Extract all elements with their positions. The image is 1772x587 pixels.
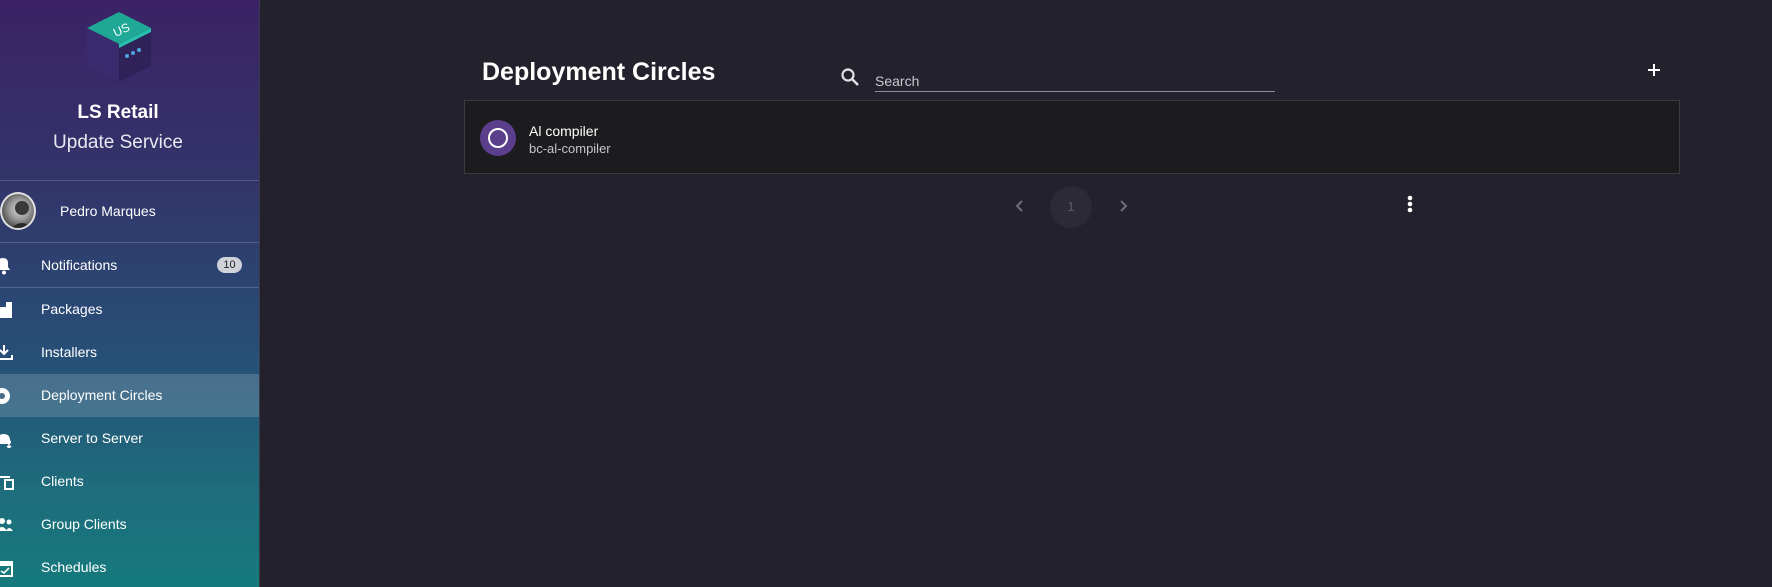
sidebar-item-clients[interactable]: Clients	[0, 460, 259, 503]
sidebar-item-installers[interactable]: Installers	[0, 331, 259, 374]
add-button[interactable]	[1640, 56, 1668, 84]
people-icon	[0, 518, 13, 531]
list-item[interactable]: Al compiler bc-al-compiler	[465, 101, 1679, 173]
pagination-page-button[interactable]: 1	[1050, 186, 1092, 228]
download-icon	[0, 345, 13, 360]
list-item-title: Al compiler	[529, 123, 599, 139]
chevron-left-icon[interactable]	[1012, 196, 1028, 216]
page-title: Deployment Circles	[482, 58, 716, 86]
circle-icon	[0, 388, 10, 404]
sidebar-item-label: Notifications	[41, 257, 118, 273]
sidebar-item-packages[interactable]: Packages	[0, 288, 259, 331]
chevron-right-icon[interactable]	[1115, 196, 1131, 216]
sidebar: US LS Retail Update Service Pedro Marque…	[0, 0, 260, 587]
search-input[interactable]	[875, 66, 1275, 92]
divider	[0, 180, 259, 181]
sidebar-item-label: Group Clients	[41, 516, 127, 532]
brand-subtitle: Update Service	[53, 132, 183, 153]
ls-retail-logo: US	[87, 12, 151, 82]
sidebar-item-label: Deployment Circles	[41, 387, 163, 403]
user-profile[interactable]: Pedro Marques	[0, 192, 259, 232]
bell-icon	[0, 258, 10, 275]
sidebar-item-deployment-circles[interactable]: Deployment Circles	[0, 374, 259, 417]
sidebar-nav: Notifications 10 Packages Installers Dep…	[0, 244, 259, 587]
devices-icon	[0, 476, 14, 490]
notification-count-badge: 10	[217, 257, 242, 273]
sidebar-item-label: Installers	[41, 344, 98, 360]
brand-name: LS Retail	[77, 102, 159, 123]
sidebar-item-group-clients[interactable]: Group Clients	[0, 503, 259, 546]
search-icon[interactable]	[840, 67, 860, 87]
sidebar-item-label: Server to Server	[41, 430, 143, 446]
package-icon	[0, 302, 12, 318]
sidebar-item-notifications[interactable]: Notifications 10	[0, 244, 259, 287]
divider	[0, 242, 259, 243]
plus-icon	[1648, 64, 1660, 76]
sidebar-item-label: Packages	[41, 301, 103, 317]
sidebar-item-label: Clients	[41, 473, 84, 489]
more-vertical-icon[interactable]	[1400, 193, 1420, 217]
cloud-sync-icon	[0, 434, 12, 448]
list-item-subtitle: bc-al-compiler	[529, 141, 611, 156]
sidebar-item-server-to-server[interactable]: Server to Server	[0, 417, 259, 460]
sidebar-item-label: Schedules	[41, 559, 107, 575]
calendar-check-icon	[0, 561, 13, 577]
avatar	[0, 192, 36, 230]
sidebar-item-schedules[interactable]: Schedules	[0, 546, 259, 587]
circle-avatar-icon	[480, 120, 516, 156]
deployment-circle-list: Al compiler bc-al-compiler	[464, 100, 1680, 174]
user-name: Pedro Marques	[60, 203, 156, 219]
